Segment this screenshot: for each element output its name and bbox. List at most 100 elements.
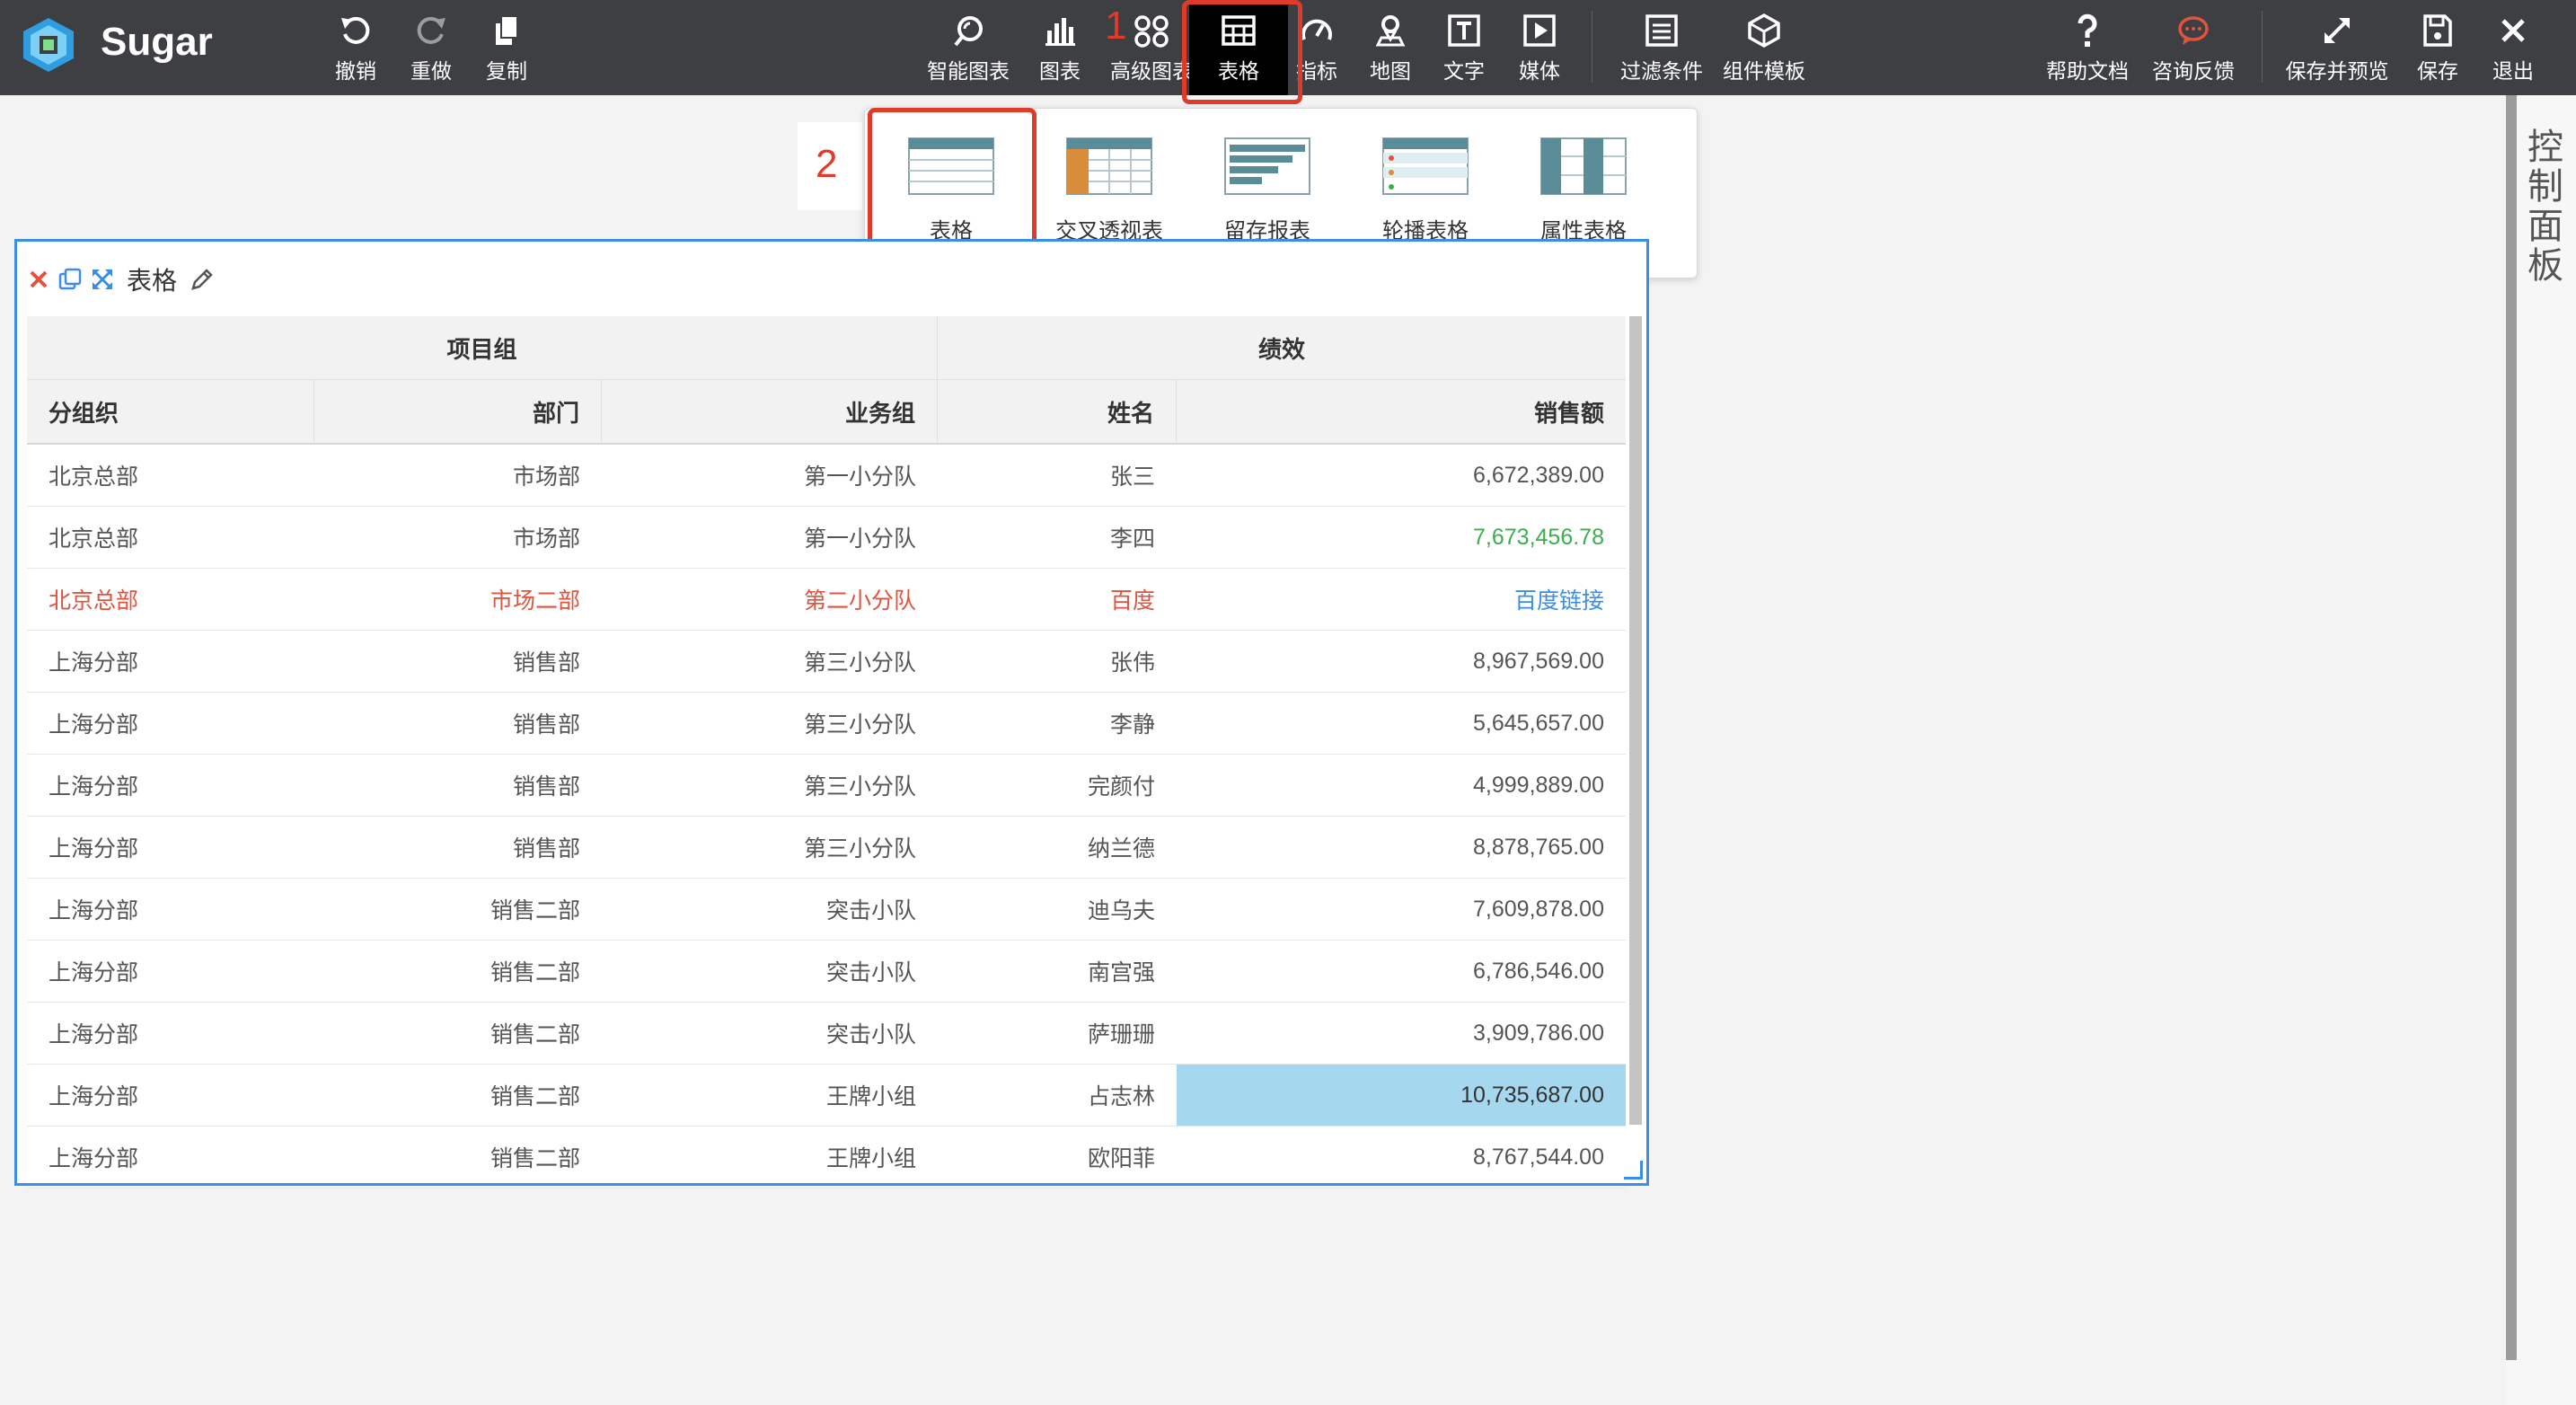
attribute-table-icon — [1540, 137, 1627, 195]
chart-label: 图表 — [1039, 59, 1081, 83]
redo-button[interactable]: 重做 — [406, 0, 456, 95]
save-preview-button[interactable]: 保存并预览 — [2281, 0, 2393, 95]
table-row[interactable]: 上海分部 销售二部 突击小队 萨珊珊 3,909,786.00 — [27, 1003, 1626, 1065]
sugar-logo-icon — [23, 18, 74, 72]
fullscreen-icon[interactable] — [91, 268, 114, 291]
table-row[interactable]: 上海分部 销售部 第三小分队 李静 5,645,657.00 — [27, 693, 1626, 755]
save-preview-label: 保存并预览 — [2285, 59, 2389, 83]
exit-button[interactable]: 退出 — [2488, 0, 2538, 95]
table-cell: 8,967,569.00 — [1473, 648, 1604, 674]
table-cell: 第三小分队 — [803, 836, 916, 862]
col-header-team[interactable]: 业务组 — [602, 380, 938, 443]
table-cell: 上海分部 — [49, 1146, 139, 1171]
template-cube-icon — [1748, 13, 1780, 49]
feedback-label: 咨询反馈 — [2152, 59, 2235, 83]
delete-x-icon[interactable] — [28, 269, 49, 290]
table-cell: 纳兰德 — [1087, 836, 1155, 862]
gauge-icon — [1301, 19, 1332, 40]
table-scrollbar-thumb[interactable] — [1629, 316, 1642, 1125]
table-cell: 第三小分队 — [803, 712, 916, 738]
table-row[interactable]: 北京总部 市场部 第一小分队 李四 7,673,456.78 — [27, 507, 1626, 569]
table-row[interactable]: 北京总部 市场二部 第二小分队 百度 百度链接 — [27, 569, 1626, 631]
table-row[interactable]: 上海分部 销售部 第三小分队 完颜付 4,999,889.00 — [27, 755, 1626, 817]
table-scrollbar[interactable] — [1629, 316, 1642, 1125]
feedback-button[interactable]: 咨询反馈 — [2148, 0, 2238, 95]
map-button[interactable]: 地图 — [1365, 0, 1416, 95]
table-cell: 第三小分队 — [803, 650, 916, 676]
indicator-button[interactable]: 指标 — [1292, 0, 1342, 95]
edit-pencil-icon[interactable] — [190, 267, 215, 292]
table-cell: 8,878,765.00 — [1473, 834, 1604, 860]
component-template-label: 组件模板 — [1723, 59, 1805, 83]
filter-label: 过滤条件 — [1620, 59, 1703, 83]
table-cell: 突击小队 — [825, 898, 916, 923]
table-row[interactable]: 上海分部 销售二部 王牌小组 欧阳菲 8,767,544.00 — [27, 1127, 1626, 1189]
col-header-dept[interactable]: 部门 — [314, 380, 602, 443]
table-cell: 突击小队 — [825, 960, 916, 985]
data-table: 项目组 绩效 分组织 部门 业务组 姓名 销售额 北京总部 市场部 第一小分队 张三 6… — [27, 316, 1626, 1189]
col-header-org[interactable]: 分组织 — [27, 380, 314, 443]
col-header-name[interactable]: 姓名 — [938, 380, 1177, 443]
table-row[interactable]: 上海分部 销售部 第三小分队 张伟 8,967,569.00 — [27, 631, 1626, 693]
col-header-sales[interactable]: 销售额 — [1177, 380, 1626, 443]
question-icon — [2078, 13, 2097, 47]
table-cell: 欧阳菲 — [1087, 1146, 1155, 1171]
save-button[interactable]: 保存 — [2413, 0, 2463, 95]
control-panel[interactable]: 控制面板 — [2506, 95, 2576, 1405]
table-row[interactable]: 上海分部 销售二部 王牌小组 占志林 10,735,687.00 — [27, 1065, 1626, 1127]
control-panel-label: 控制面板 — [2522, 128, 2562, 286]
duplicate-icon[interactable] — [58, 268, 82, 291]
table-cell: 上海分部 — [49, 836, 139, 862]
expand-arrows-icon — [2325, 18, 2350, 43]
floppy-save-icon — [2423, 14, 2452, 47]
table-row[interactable]: 北京总部 市场部 第一小分队 张三 6,672,389.00 — [27, 445, 1626, 507]
table-widget[interactable]: 表格 项目组 绩效 分组织 部门 业务组 姓名 销售额 北京总部 市场部 第一小分队… — [14, 239, 1649, 1189]
table-cell: 迪乌夫 — [1087, 898, 1155, 923]
bar-chart-icon — [1045, 18, 1075, 46]
table-cell: 6,672,389.00 — [1473, 462, 1604, 488]
smart-chart-label: 智能图表 — [927, 59, 1010, 83]
table-button[interactable]: 表格 — [1189, 0, 1288, 95]
top-toolbar: Sugar 撤销 重做 复制 智能图表 图表 高级图表 表格 指标 地图 文字 — [0, 0, 2576, 95]
table-cell: 北京总部 — [49, 464, 139, 490]
table-cell: 李静 — [1109, 712, 1155, 738]
table-cell: 完颜付 — [1087, 774, 1155, 800]
help-docs-button[interactable]: 帮助文档 — [2042, 0, 2132, 95]
table-row[interactable]: 上海分部 销售二部 突击小队 南宫强 6,786,546.00 — [27, 941, 1626, 1003]
smart-chart-button[interactable]: 智能图表 — [923, 0, 1013, 95]
table-cell: 5,645,657.00 — [1473, 710, 1604, 736]
chart-button[interactable]: 图表 — [1035, 0, 1085, 95]
table-cell: 销售部 — [512, 836, 580, 862]
table-body: 北京总部 市场部 第一小分队 张三 6,672,389.00 北京总部 市场部 第一小分队 李四… — [27, 445, 1626, 1189]
widget-toolbar: 表格 — [28, 261, 215, 297]
redo-label: 重做 — [410, 59, 452, 83]
copy-icon — [496, 15, 518, 45]
table-cell: 上海分部 — [49, 712, 139, 738]
baidu-link[interactable]: 百度链接 — [1177, 569, 1626, 630]
plain-table-icon — [908, 137, 994, 195]
table-cell: 上海分部 — [49, 1022, 139, 1047]
filter-button[interactable]: 过滤条件 — [1617, 0, 1707, 95]
copy-button[interactable]: 复制 — [481, 0, 532, 95]
step-2-backdrop: 2 — [798, 122, 862, 210]
text-label: 文字 — [1443, 59, 1485, 83]
media-button[interactable]: 媒体 — [1514, 0, 1565, 95]
table-column-header-row: 分组织 部门 业务组 姓名 销售额 — [27, 380, 1626, 445]
filter-list-icon — [1645, 14, 1678, 47]
table-cell: 南宫强 — [1087, 960, 1155, 985]
undo-button[interactable]: 撤销 — [331, 0, 381, 95]
smart-chart-icon — [954, 16, 983, 47]
media-play-icon — [1523, 14, 1556, 47]
text-button[interactable]: 文字 — [1439, 0, 1489, 95]
component-template-button[interactable]: 组件模板 — [1719, 0, 1809, 95]
table-row[interactable]: 上海分部 销售部 第三小分队 纳兰德 8,878,765.00 — [27, 817, 1626, 879]
table-cell: 第二小分队 — [803, 588, 916, 614]
undo-icon — [341, 16, 370, 44]
table-cell: 市场二部 — [490, 588, 580, 614]
resize-handle[interactable] — [1624, 1161, 1643, 1180]
table-cell: 第一小分队 — [803, 526, 916, 552]
close-x-icon — [2501, 19, 2525, 42]
table-row[interactable]: 上海分部 销售二部 突击小队 迪乌夫 7,609,878.00 — [27, 879, 1626, 941]
retention-report-icon — [1224, 137, 1310, 195]
table-cell: 销售二部 — [490, 898, 580, 923]
